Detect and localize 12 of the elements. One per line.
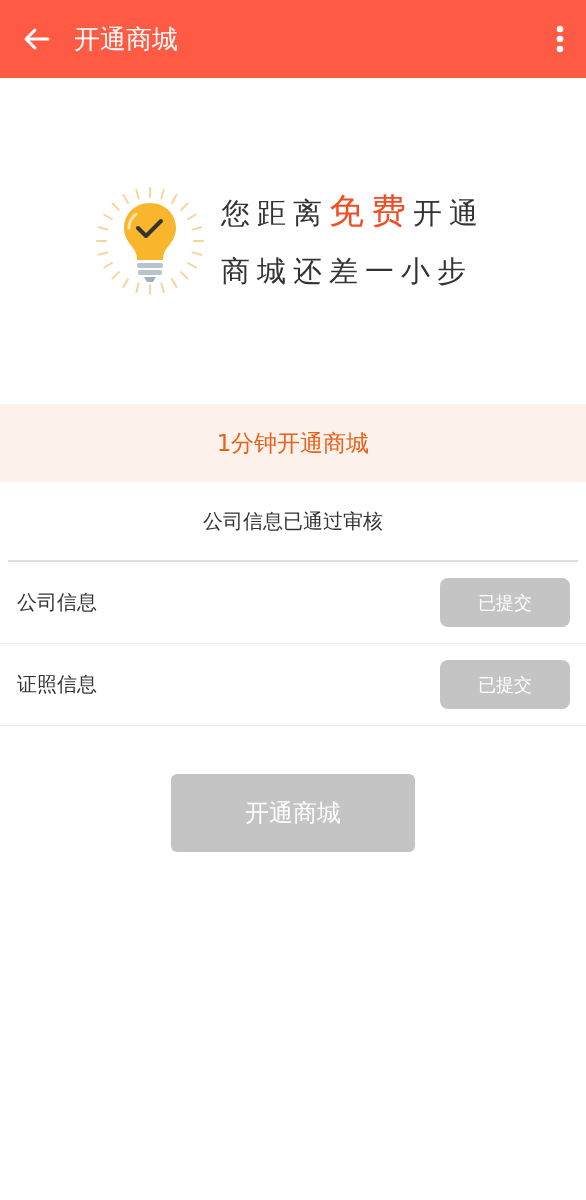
row-label: 证照信息: [17, 671, 97, 698]
back-arrow-icon[interactable]: [22, 27, 50, 51]
slogan-text: 您距离: [221, 196, 329, 230]
promo-title: 1分钟开通商城: [216, 428, 370, 458]
lightbulb-icon: [95, 186, 205, 296]
row-label: 公司信息: [17, 589, 97, 616]
page-title: 开通商城: [74, 22, 179, 56]
slogan-text: 商城还差一小步: [221, 253, 474, 290]
status-text: 公司信息已通过审核: [202, 507, 384, 535]
highlighted-slogan-text: 免费: [329, 191, 413, 231]
slogan-text: 开通: [413, 196, 485, 230]
more-icon[interactable]: [556, 25, 564, 53]
